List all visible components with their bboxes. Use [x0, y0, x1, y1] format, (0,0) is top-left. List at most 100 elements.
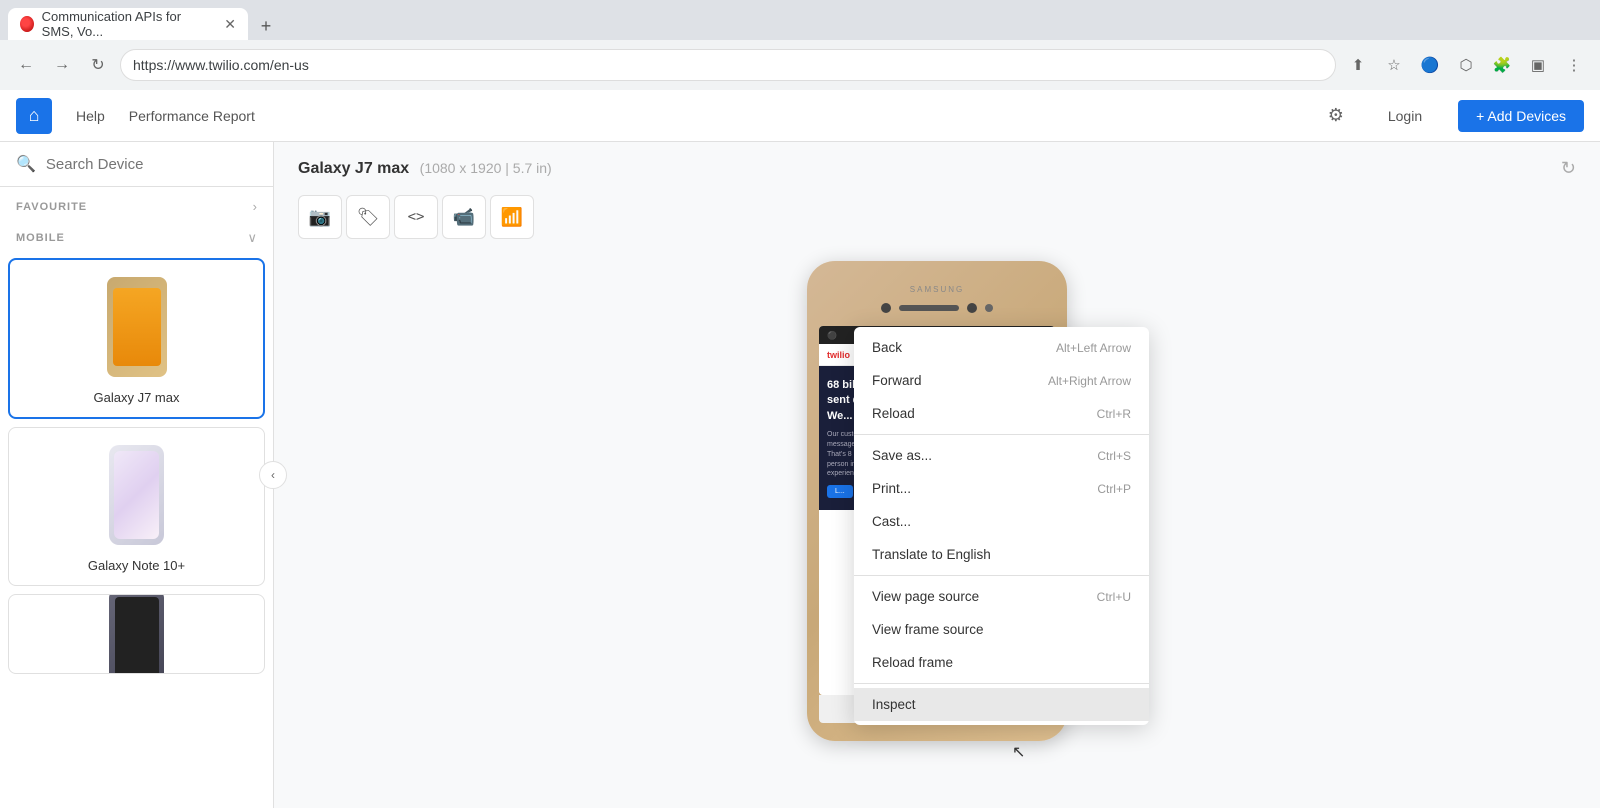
search-icon: 🔍	[16, 154, 36, 174]
device-thumbnail-s10	[102, 607, 172, 667]
favourite-label: FAVOURITE	[16, 201, 87, 213]
mobile-section-header[interactable]: MOBILE ∨	[16, 230, 257, 246]
collapse-sidebar-button[interactable]: ‹	[259, 461, 287, 489]
context-cast-label: Cast...	[872, 514, 911, 529]
content-header: Galaxy J7 max (1080 x 1920 | 5.7 in) ↻	[274, 142, 1600, 195]
new-tab-button[interactable]: +	[252, 12, 280, 40]
main-layout: 🔍 FAVOURITE › MOBILE ∨ G	[0, 142, 1600, 808]
refresh-button[interactable]: ↻	[1561, 158, 1576, 179]
puzzle-icon[interactable]: 🧩	[1488, 51, 1516, 79]
context-separator-1	[854, 434, 1149, 435]
back-button[interactable]: ←	[12, 51, 40, 79]
reload-button[interactable]: ↻	[84, 51, 112, 79]
device-toolbar: 📷 🏷 <> 📹 📶	[274, 195, 1600, 251]
context-reload-shortcut: Ctrl+R	[1097, 407, 1131, 421]
context-print-shortcut: Ctrl+P	[1097, 482, 1131, 496]
star-icon[interactable]: ☆	[1380, 51, 1408, 79]
tab-favicon	[20, 16, 34, 32]
browser-chrome: Communication APIs for SMS, Vo... ✕ + ← …	[0, 0, 1600, 90]
twilio-learn-btn: L...	[827, 485, 853, 498]
phone-speaker	[899, 305, 959, 311]
context-menu-save-as[interactable]: Save as... Ctrl+S	[854, 439, 1149, 472]
device-card-j7max[interactable]: Galaxy J7 max	[8, 258, 265, 419]
context-forward-shortcut: Alt+Right Arrow	[1048, 374, 1131, 388]
mobile-section: MOBILE ∨	[0, 218, 273, 250]
phone-camera	[967, 303, 977, 313]
sidebar-toggle-icon[interactable]: ▣	[1524, 51, 1552, 79]
context-separator-2	[854, 575, 1149, 576]
context-back-shortcut: Alt+Left Arrow	[1056, 341, 1131, 355]
performance-report-link[interactable]: Performance Report	[129, 108, 255, 124]
login-button[interactable]: Login	[1376, 102, 1434, 130]
device-name-j7max: Galaxy J7 max	[94, 390, 180, 405]
video-button[interactable]: 📹	[442, 195, 486, 239]
device-title-area: Galaxy J7 max (1080 x 1920 | 5.7 in)	[298, 160, 552, 178]
tab-close-btn[interactable]: ✕	[224, 16, 236, 33]
wifi-button[interactable]: 📶	[490, 195, 534, 239]
context-translate-label: Translate to English	[872, 547, 991, 562]
content-area: Galaxy J7 max (1080 x 1920 | 5.7 in) ↻ 📷…	[274, 142, 1600, 808]
context-reload-frame-label: Reload frame	[872, 655, 953, 670]
sidebar: 🔍 FAVOURITE › MOBILE ∨ G	[0, 142, 274, 808]
url-text: https://www.twilio.com/en-us	[133, 57, 309, 73]
browser-tab[interactable]: Communication APIs for SMS, Vo... ✕	[8, 8, 248, 40]
search-input[interactable]	[46, 156, 257, 173]
twilio-logo: twilio	[827, 350, 850, 360]
context-view-source-shortcut: Ctrl+U	[1097, 590, 1131, 604]
device-card-note10[interactable]: Galaxy Note 10+	[8, 427, 265, 586]
label-button[interactable]: 🏷	[346, 195, 390, 239]
samsung-brand: SAMSUNG	[819, 285, 1055, 294]
phone-illustration-note10	[109, 445, 164, 545]
context-menu-back[interactable]: Back Alt+Left Arrow	[854, 331, 1149, 364]
phone-dot-left	[881, 303, 891, 313]
code-button[interactable]: <>	[394, 195, 438, 239]
forward-button[interactable]: →	[48, 51, 76, 79]
tab-title: Communication APIs for SMS, Vo...	[42, 9, 217, 39]
context-save-shortcut: Ctrl+S	[1097, 449, 1131, 463]
extension2-icon[interactable]: ⬡	[1452, 51, 1480, 79]
device-thumbnail-note10	[102, 440, 172, 550]
device-subtitle: (1080 x 1920 | 5.7 in)	[420, 160, 552, 176]
mobile-label: MOBILE	[16, 232, 65, 244]
address-bar[interactable]: https://www.twilio.com/en-us	[120, 49, 1336, 81]
context-menu-view-source[interactable]: View page source Ctrl+U	[854, 580, 1149, 613]
mobile-chevron-down-icon: ∨	[247, 230, 257, 246]
settings-icon[interactable]: ⚙	[1320, 100, 1352, 132]
context-reload-label: Reload	[872, 406, 915, 421]
device-card-s10[interactable]	[8, 594, 265, 674]
context-inspect-label: Inspect	[872, 697, 916, 712]
device-thumbnail-j7max	[102, 272, 172, 382]
screenshot-button[interactable]: 📷	[298, 195, 342, 239]
search-box: 🔍	[0, 142, 273, 187]
context-separator-3	[854, 683, 1149, 684]
context-back-label: Back	[872, 340, 902, 355]
phone-note10-screen	[114, 451, 159, 539]
context-forward-label: Forward	[872, 373, 922, 388]
context-menu-view-frame[interactable]: View frame source	[854, 613, 1149, 646]
context-menu-cast[interactable]: Cast...	[854, 505, 1149, 538]
phone-illustration-j7	[107, 277, 167, 377]
context-menu-translate[interactable]: Translate to English	[854, 538, 1149, 571]
context-menu: Back Alt+Left Arrow Forward Alt+Right Ar…	[854, 327, 1149, 725]
context-menu-print[interactable]: Print... Ctrl+P	[854, 472, 1149, 505]
phone-notch-area	[819, 298, 1055, 318]
home-icon: ⌂	[29, 105, 40, 126]
context-menu-inspect[interactable]: Inspect	[854, 688, 1149, 721]
context-menu-reload-frame[interactable]: Reload frame	[854, 646, 1149, 679]
device-name-note10: Galaxy Note 10+	[88, 558, 185, 573]
extension1-icon[interactable]: 🔵	[1416, 51, 1444, 79]
context-menu-forward[interactable]: Forward Alt+Right Arrow	[854, 364, 1149, 397]
context-menu-reload[interactable]: Reload Ctrl+R	[854, 397, 1149, 430]
browser-toolbar: ← → ↻ https://www.twilio.com/en-us ⬆ ☆ 🔵…	[0, 40, 1600, 90]
browser-tabs: Communication APIs for SMS, Vo... ✕ +	[0, 0, 1600, 40]
add-devices-button[interactable]: + Add Devices	[1458, 100, 1584, 132]
favourite-section-header[interactable]: FAVOURITE ›	[16, 199, 257, 214]
help-link[interactable]: Help	[76, 108, 105, 124]
toolbar-icons: ⬆ ☆ 🔵 ⬡ 🧩 ▣ ⋮	[1344, 51, 1588, 79]
favourite-chevron-right-icon: ›	[253, 199, 257, 214]
menu-dots-icon[interactable]: ⋮	[1560, 51, 1588, 79]
share-icon[interactable]: ⬆	[1344, 51, 1372, 79]
phone-illustration-s10	[109, 594, 164, 674]
phone-sensor	[985, 304, 993, 312]
phone-j7-screen	[113, 288, 161, 366]
